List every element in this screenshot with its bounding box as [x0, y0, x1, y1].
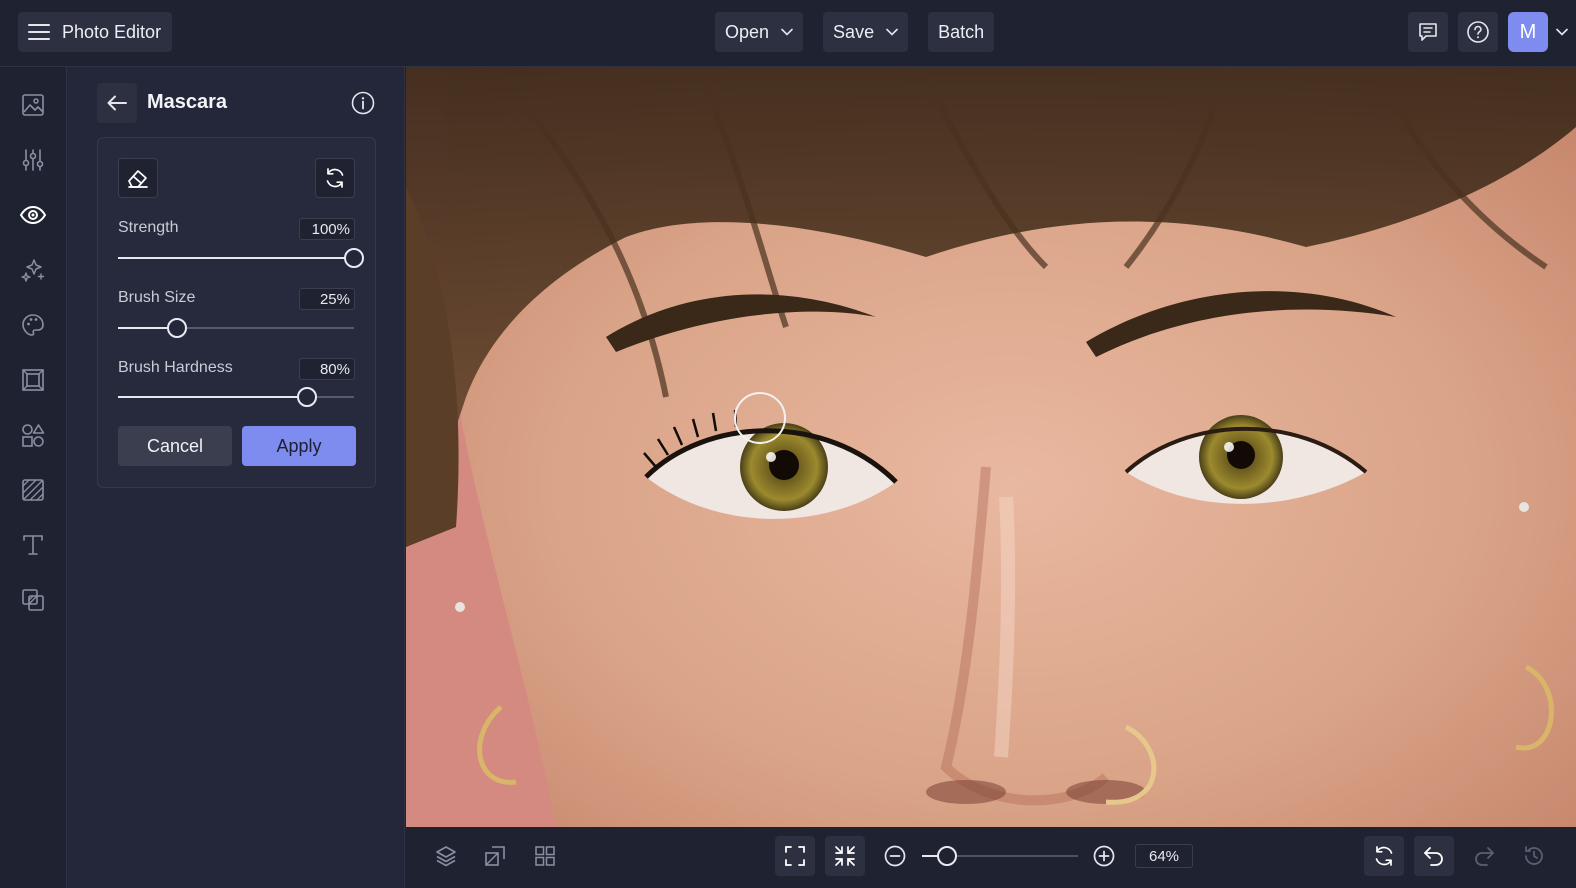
- app-title: Photo Editor: [62, 21, 162, 42]
- batch-label: Batch: [938, 21, 985, 42]
- hamburger-icon: [28, 23, 50, 41]
- strength-fill: [118, 257, 354, 259]
- strength-thumb[interactable]: [344, 248, 364, 268]
- chevron-down-icon: [781, 28, 793, 36]
- help-icon: [1466, 20, 1490, 44]
- info-icon: [351, 91, 375, 115]
- palette-icon: [20, 312, 46, 338]
- rail-item-adjust[interactable]: [19, 146, 47, 174]
- brush-size-slider[interactable]: [118, 318, 354, 338]
- compare-icon: [483, 844, 507, 868]
- arrow-left-icon: [107, 95, 127, 111]
- chevron-down-icon: [886, 28, 898, 36]
- open-label: Open: [725, 21, 770, 42]
- grid-button[interactable]: [525, 836, 565, 876]
- sparkle-effects-icon: [20, 257, 46, 283]
- history-icon: [1522, 844, 1546, 868]
- texture-icon: [20, 477, 46, 503]
- strength-label: Strength: [118, 219, 179, 236]
- zoom-in-button[interactable]: [1084, 836, 1124, 876]
- rail-item-overlays[interactable]: [19, 586, 47, 614]
- redo-button[interactable]: [1464, 836, 1504, 876]
- eraser-button[interactable]: [118, 158, 158, 198]
- text-icon: [20, 532, 46, 558]
- brush-hardness-thumb[interactable]: [296, 387, 317, 407]
- history-button[interactable]: [1514, 836, 1554, 876]
- frame-icon: [20, 367, 46, 393]
- info-button[interactable]: [349, 89, 377, 117]
- layers-icon: [434, 844, 458, 868]
- portrait-photo: [406, 67, 1576, 827]
- bottom-toolbar: 64%: [406, 827, 1576, 888]
- shapes-icon: [20, 422, 46, 448]
- zoom-in-icon: [1092, 844, 1116, 868]
- actual-size-button[interactable]: [825, 836, 865, 876]
- brush-size-value[interactable]: 25%: [299, 288, 355, 310]
- back-button[interactable]: [97, 83, 137, 123]
- reset-icon: [323, 166, 347, 190]
- mascara-panel: Mascara Strength 100% Brush Size 25% Bru…: [67, 67, 405, 888]
- rail-item-textures[interactable]: [19, 476, 47, 504]
- open-button[interactable]: Open: [715, 12, 804, 52]
- account-actions: M: [1408, 12, 1576, 52]
- feedback-button[interactable]: [1408, 12, 1448, 52]
- panel-title: Mascara: [147, 91, 228, 113]
- top-bar: Photo Editor Open Save Batch M: [0, 0, 1576, 67]
- fit-screen-icon: [783, 844, 807, 868]
- brush-size-label: Brush Size: [118, 289, 196, 306]
- fit-screen-button[interactable]: [775, 836, 815, 876]
- comment-icon: [1417, 21, 1439, 43]
- reset-button[interactable]: [315, 158, 355, 198]
- actual-size-icon: [833, 844, 857, 868]
- brush-hardness-label: Brush Hardness: [118, 359, 233, 376]
- zoom-out-icon: [883, 844, 907, 868]
- image-icon: [20, 92, 46, 118]
- rail-item-text[interactable]: [19, 531, 47, 559]
- save-button[interactable]: Save: [823, 12, 909, 52]
- strength-value[interactable]: 100%: [299, 218, 355, 240]
- layers-button[interactable]: [426, 836, 466, 876]
- avatar[interactable]: M: [1508, 12, 1548, 52]
- rail-item-effects[interactable]: [19, 256, 47, 284]
- zoom-out-button[interactable]: [875, 836, 915, 876]
- file-actions: Open Save Batch: [715, 12, 1014, 52]
- help-button[interactable]: [1458, 12, 1498, 52]
- compare-button[interactable]: [475, 836, 515, 876]
- rail-item-frames[interactable]: [19, 366, 47, 394]
- rotate-icon: [1372, 844, 1396, 868]
- overlay-icon: [20, 587, 46, 613]
- adjust-sliders-icon: [20, 147, 46, 173]
- rotate-button[interactable]: [1364, 836, 1404, 876]
- grid-icon: [533, 844, 557, 868]
- eraser-icon: [126, 167, 150, 189]
- avatar-initial: M: [1519, 20, 1537, 43]
- save-label: Save: [833, 21, 875, 42]
- account-menu-toggle[interactable]: [1548, 28, 1576, 36]
- rail-item-artsy[interactable]: [19, 311, 47, 339]
- zoom-thumb[interactable]: [936, 846, 957, 866]
- brush-hardness-slider[interactable]: [118, 387, 354, 407]
- undo-button[interactable]: [1414, 836, 1454, 876]
- batch-button[interactable]: Batch: [928, 12, 995, 52]
- zoom-slider[interactable]: [922, 846, 1078, 866]
- apply-button[interactable]: Apply: [242, 426, 356, 466]
- chevron-down-icon: [1556, 28, 1568, 36]
- brush-hardness-value[interactable]: 80%: [299, 358, 355, 380]
- brush-settings-card: Strength 100% Brush Size 25% Brush Hardn…: [97, 137, 376, 488]
- photo-canvas[interactable]: [406, 67, 1576, 827]
- rail-item-graphics[interactable]: [19, 421, 47, 449]
- cancel-button[interactable]: Cancel: [118, 426, 232, 466]
- strength-slider[interactable]: [118, 248, 364, 268]
- brush-hardness-fill: [118, 396, 307, 398]
- undo-icon: [1422, 845, 1446, 867]
- brush-size-thumb[interactable]: [167, 318, 187, 338]
- rail-item-touch-up[interactable]: [19, 201, 47, 229]
- tool-rail: [0, 67, 67, 888]
- main-menu-button[interactable]: Photo Editor: [18, 12, 172, 52]
- eye-icon: [19, 204, 47, 226]
- zoom-level[interactable]: 64%: [1135, 844, 1193, 868]
- rail-item-image[interactable]: [19, 91, 47, 119]
- redo-icon: [1472, 845, 1496, 867]
